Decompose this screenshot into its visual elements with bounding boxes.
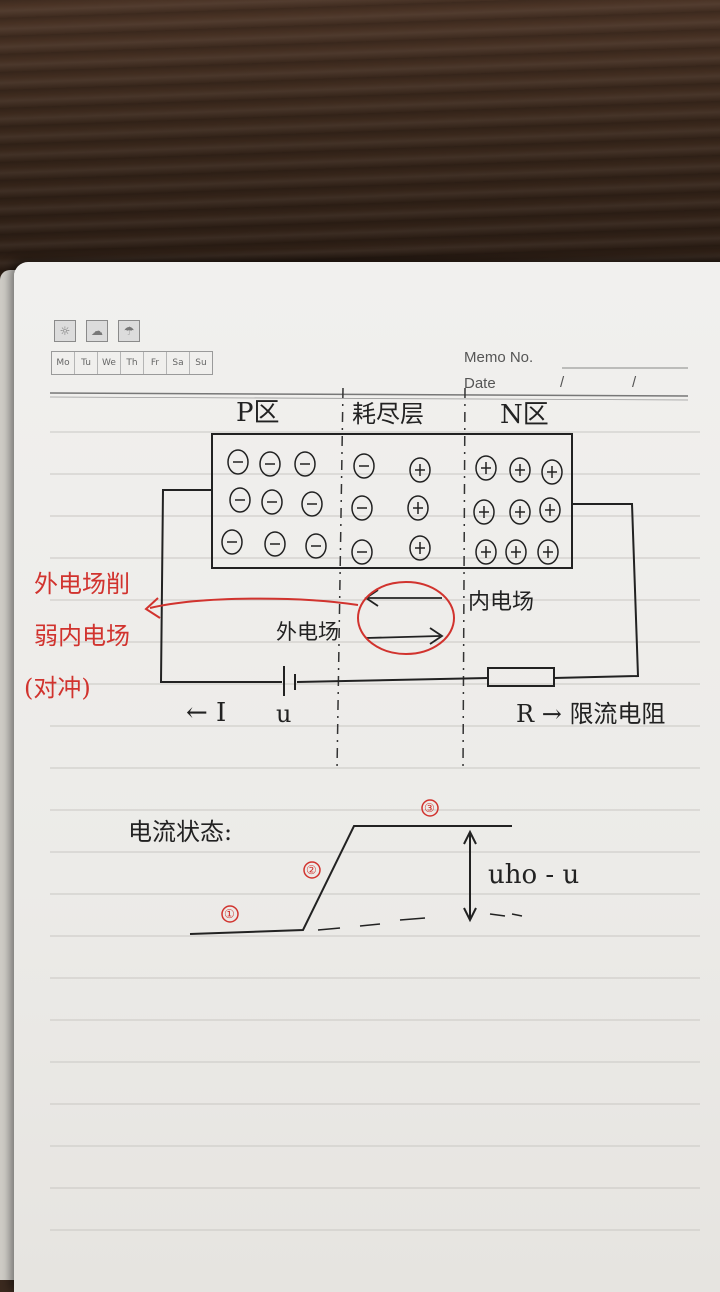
graph-title: 电流状态: [128, 818, 233, 846]
weekday-fr: Fr [144, 352, 167, 374]
rainy-icon: ☂ [118, 320, 140, 342]
graph-marker-1: ① [224, 907, 235, 921]
voltage-label: u [276, 700, 292, 728]
weekday-tu: Tu [75, 352, 98, 374]
resistor-label: R → 限流电阻 [516, 700, 666, 728]
external-field-label: 外电场 [276, 620, 339, 644]
n-positive-ions [473, 455, 563, 565]
current-direction-label: ← I [186, 698, 227, 728]
internal-field-label: 内电场 [468, 590, 535, 615]
external-circuit [159, 489, 640, 696]
boundary-left [336, 387, 344, 771]
cloudy-icon: ☁ [86, 320, 108, 342]
date-slash-2: / [632, 374, 637, 391]
sunny-icon: ☼ [54, 320, 76, 342]
graph-delta-label: uho - u [488, 860, 580, 890]
depletion-layer-label: 耗尽层 [352, 400, 424, 428]
weather-icons: ☼ ☁ ☂ [54, 320, 140, 342]
current-graph [189, 825, 523, 935]
header-rule [49, 392, 689, 397]
weekday-sa: Sa [167, 352, 190, 374]
annotation-line-3: (对冲) [24, 674, 91, 702]
date-slash-1: / [560, 374, 565, 391]
p-negative-ions [221, 449, 327, 559]
weekday-boxes: Mo Tu We Th Fr Sa Su [51, 351, 213, 375]
annotation-line-2: 弱内电场 [34, 622, 130, 650]
p-region-label: P区 [236, 398, 280, 428]
weekday-mo: Mo [52, 352, 75, 374]
boundary-right [462, 387, 466, 771]
graph-marker-2: ② [306, 863, 317, 877]
annotation-line-1: 外电场削 [34, 570, 130, 598]
weekday-th: Th [121, 352, 144, 374]
memo-label: Memo No. [464, 349, 534, 366]
field-arrows [364, 589, 444, 645]
weekday-su: Su [195, 358, 207, 368]
graph-markers [221, 799, 439, 923]
n-region-label: N区 [500, 400, 549, 430]
weekday-we: We [98, 352, 121, 374]
graph-marker-3: ③ [424, 801, 435, 815]
depletion-ions [351, 453, 431, 565]
date-label: Date [464, 375, 496, 392]
